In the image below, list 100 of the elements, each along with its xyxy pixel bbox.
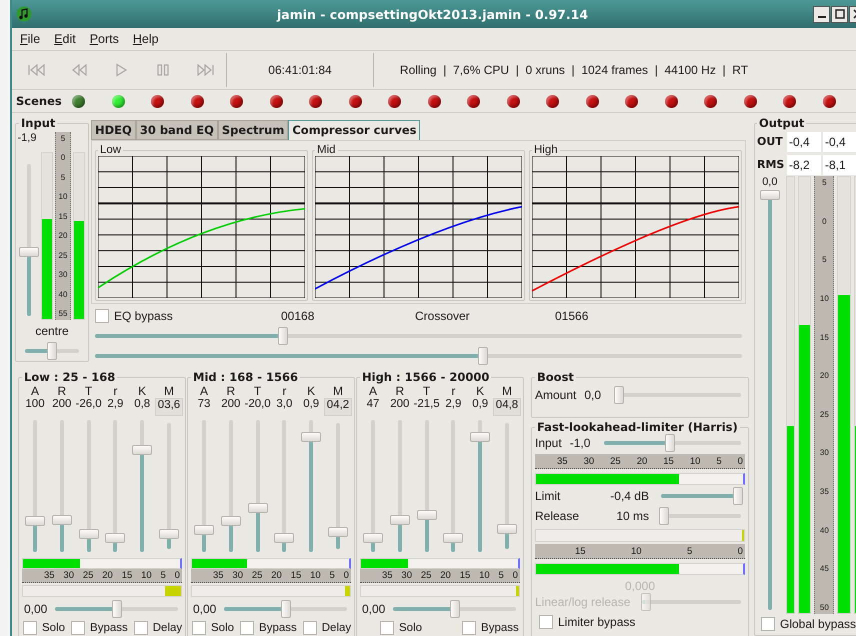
group-title: Low : 25 - 168 bbox=[23, 370, 116, 384]
scene-button[interactable] bbox=[506, 94, 520, 108]
slider-thumb[interactable] bbox=[614, 386, 624, 404]
slider-thumb[interactable] bbox=[664, 434, 675, 452]
slider-thumb[interactable] bbox=[732, 487, 743, 505]
scale-label: 35 bbox=[213, 570, 224, 582]
scale-label: 0 bbox=[822, 216, 827, 226]
slider-thumb[interactable] bbox=[280, 600, 291, 618]
crossover-label: Crossover bbox=[415, 309, 471, 323]
menu-item[interactable]: Edit bbox=[54, 32, 76, 46]
scale-label: 20 bbox=[440, 570, 451, 582]
checkbox-label[interactable]: Bypass bbox=[90, 622, 128, 634]
checkbox-label[interactable]: Delay bbox=[152, 622, 182, 634]
parameter-label: R bbox=[57, 384, 66, 398]
slider-thumb[interactable] bbox=[19, 247, 39, 258]
slider-thumb[interactable] bbox=[78, 529, 99, 540]
checkbox[interactable] bbox=[302, 621, 317, 635]
slider-thumb[interactable] bbox=[194, 525, 214, 536]
checkbox-label[interactable]: Limiter bypass bbox=[558, 615, 636, 629]
checkbox[interactable] bbox=[380, 621, 394, 635]
slider-thumb[interactable] bbox=[658, 507, 669, 525]
scene-button[interactable] bbox=[72, 94, 85, 108]
slider-thumb[interactable] bbox=[496, 524, 517, 534]
scene-button[interactable] bbox=[586, 94, 598, 108]
checkbox[interactable] bbox=[462, 621, 476, 635]
tab[interactable]: Spectrum bbox=[218, 120, 288, 140]
slider-thumb[interactable] bbox=[450, 600, 460, 618]
parameter-label: T bbox=[254, 384, 262, 398]
scene-button[interactable] bbox=[388, 94, 401, 108]
menu-item[interactable]: File bbox=[20, 32, 40, 46]
checkbox-label[interactable]: Bypass bbox=[481, 622, 519, 634]
checkbox[interactable] bbox=[539, 615, 553, 629]
parameter-value: -21,5 bbox=[413, 398, 440, 412]
checkbox[interactable] bbox=[95, 309, 109, 323]
scene-button[interactable] bbox=[348, 94, 362, 108]
scale-label: 25 bbox=[420, 570, 432, 582]
tab[interactable]: HDEQ bbox=[91, 120, 136, 140]
checkbox[interactable] bbox=[71, 621, 86, 635]
slider-thumb[interactable] bbox=[328, 526, 348, 537]
checkbox[interactable] bbox=[240, 621, 254, 635]
scene-button[interactable] bbox=[625, 94, 638, 108]
checkbox[interactable] bbox=[23, 621, 37, 635]
menu-item[interactable]: Help bbox=[132, 32, 159, 46]
checkbox-label[interactable]: Solo bbox=[399, 622, 422, 634]
parameter-value: 0,9 bbox=[472, 398, 488, 412]
crossover-value: 01566 bbox=[555, 309, 588, 323]
slider-thumb[interactable] bbox=[760, 190, 780, 200]
scene-button[interactable] bbox=[230, 94, 243, 108]
scale-label: 50 bbox=[820, 602, 829, 612]
slider-thumb[interactable] bbox=[301, 432, 322, 442]
slider-thumb[interactable] bbox=[132, 444, 152, 455]
slider-thumb[interactable] bbox=[278, 327, 288, 345]
group-title: Low bbox=[99, 144, 122, 156]
scene-button[interactable] bbox=[822, 94, 836, 108]
scene-button[interactable] bbox=[190, 94, 204, 108]
slider-thumb[interactable] bbox=[390, 514, 410, 525]
scene-button[interactable] bbox=[467, 94, 480, 108]
slider-thumb[interactable] bbox=[25, 516, 45, 526]
slider-thumb[interactable] bbox=[416, 510, 437, 520]
checkbox-label[interactable]: Global bypass bbox=[780, 617, 856, 631]
scale-label: 10 bbox=[690, 456, 700, 466]
checkbox-label[interactable]: Solo bbox=[211, 622, 234, 634]
parameter-label: M bbox=[164, 384, 174, 398]
slider-thumb[interactable] bbox=[47, 342, 57, 360]
scene-button[interactable] bbox=[744, 94, 756, 108]
scene-button[interactable] bbox=[428, 94, 440, 108]
scene-button[interactable] bbox=[309, 94, 322, 108]
slider-thumb[interactable] bbox=[478, 347, 488, 365]
scale-label: 5 bbox=[60, 172, 66, 182]
slider-thumb[interactable] bbox=[105, 533, 126, 543]
tab[interactable]: 30 band EQ bbox=[136, 120, 218, 140]
scale-label: 30 bbox=[584, 456, 594, 466]
slider-thumb[interactable] bbox=[158, 529, 179, 540]
scene-button[interactable] bbox=[546, 94, 559, 108]
slider-thumb[interactable] bbox=[470, 432, 490, 442]
scene-button[interactable] bbox=[783, 94, 796, 108]
group-title: High : 1566 - 20000 bbox=[361, 370, 490, 384]
slider-thumb[interactable] bbox=[443, 533, 464, 543]
minimize-button[interactable] bbox=[813, 6, 830, 22]
scene-button[interactable] bbox=[270, 94, 282, 108]
checkbox[interactable] bbox=[192, 621, 206, 635]
tab[interactable]: Compressor curves bbox=[288, 120, 420, 140]
scene-button[interactable] bbox=[151, 94, 164, 108]
slider-thumb[interactable] bbox=[52, 514, 72, 525]
checkbox-label[interactable]: Delay bbox=[322, 622, 352, 634]
checkbox[interactable] bbox=[134, 621, 148, 635]
slider-thumb[interactable] bbox=[220, 516, 241, 526]
scene-button[interactable] bbox=[664, 94, 678, 108]
checkbox[interactable] bbox=[761, 617, 775, 631]
parameter-value: 2,9 bbox=[445, 398, 462, 412]
slider-thumb[interactable] bbox=[112, 600, 122, 618]
menu-item[interactable]: Ports bbox=[90, 32, 119, 46]
checkbox-label[interactable]: EQ bypass bbox=[114, 309, 173, 323]
checkbox-label[interactable]: Solo bbox=[42, 622, 66, 634]
slider-thumb[interactable] bbox=[274, 533, 294, 543]
checkbox-label[interactable]: Bypass bbox=[259, 622, 297, 634]
maximize-button[interactable] bbox=[831, 6, 848, 22]
scene-button[interactable] bbox=[704, 94, 717, 108]
slider-thumb[interactable] bbox=[363, 533, 383, 543]
slider-thumb[interactable] bbox=[248, 503, 268, 514]
